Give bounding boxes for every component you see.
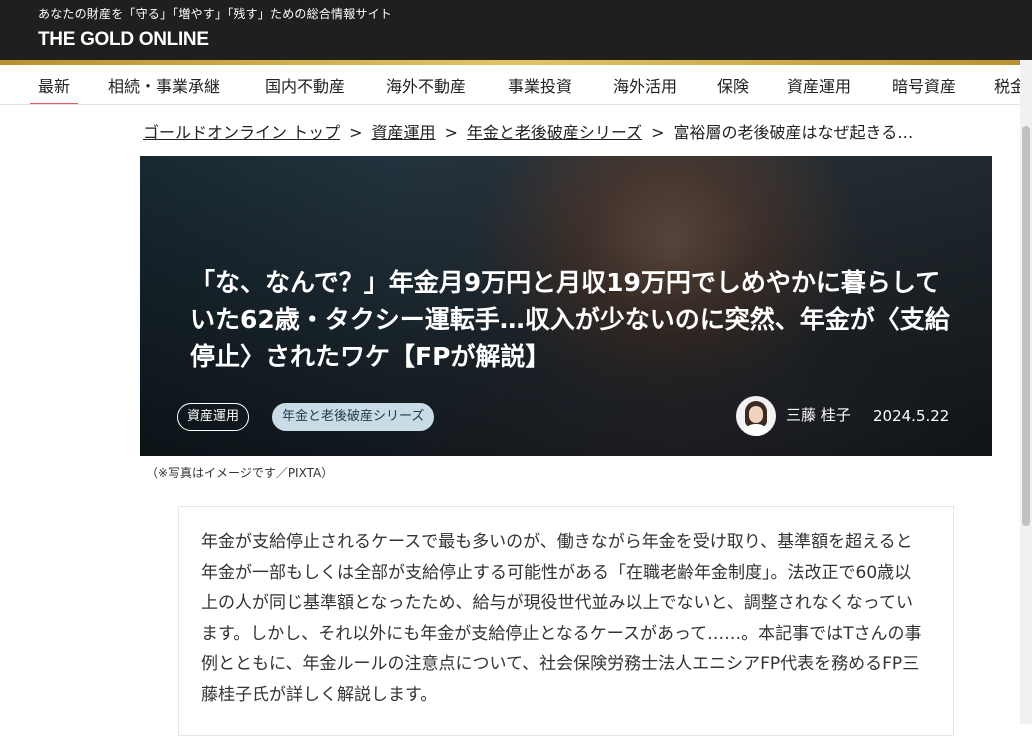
nav-item-domestic-realestate[interactable]: 国内不動産 [265,73,345,97]
nav-item-crypto[interactable]: 暗号資産 [892,73,956,97]
category-nav: 最新 相続・事業承継 国内不動産 海外不動産 事業投資 海外活用 保険 資産運用… [0,65,1020,105]
breadcrumb-asset-link[interactable]: 資産運用 [372,123,436,142]
author-name[interactable]: 三藤 桂子 [786,404,851,425]
tag-pension-series[interactable]: 年金と老後破産シリーズ [272,403,435,431]
tag-asset-management[interactable]: 資産運用 [177,403,250,431]
breadcrumb-separator: > [444,123,458,142]
page-scrollbar[interactable] [1020,60,1032,724]
site-header: あなたの財産を「守る」「増やす」「残す」ための総合情報サイト THE GOLD … [0,0,1032,60]
nav-item-insurance[interactable]: 保険 [717,73,749,97]
article-title: 「な、なんで？」年金月9万円と月収19万円でしめやかに暮らしていた62歳・タクシ… [190,268,950,371]
site-tagline: あなたの財産を「守る」「増やす」「残す」ための総合情報サイト [38,7,393,21]
nav-item-business-investment[interactable]: 事業投資 [508,73,572,97]
nav-item-overseas-realestate[interactable]: 海外不動産 [386,73,466,97]
avatar-face [749,406,763,423]
author-avatar[interactable] [736,396,776,436]
site-logo[interactable]: THE GOLD ONLINE [38,29,209,51]
photo-caption: （※写真はイメージです／PIXTA） [146,466,334,480]
nav-item-overseas-use[interactable]: 海外活用 [613,73,677,97]
breadcrumb-separator: > [349,123,363,142]
article-lead-text: 年金が支給停止されるケースで最も多いのが、働きながら年金を受け取り、基準額を超え… [201,532,922,705]
publish-date: 2024.5.22 [873,407,950,425]
nav-item-tax[interactable]: 税金 [994,73,1020,97]
article-hero: 「な、なんで？」年金月9万円と月収19万円でしめやかに暮らしていた62歳・タクシ… [140,156,992,456]
avatar-body [743,424,769,436]
breadcrumb-top-link[interactable]: ゴールドオンライン トップ [143,123,340,142]
breadcrumb-series-link[interactable]: 年金と老後破産シリーズ [467,123,642,142]
breadcrumb-separator: > [651,123,665,142]
breadcrumb-current: 富裕層の老後破産はなぜ起きる… [673,123,914,142]
article-lead-box: 年金が支給停止されるケースで最も多いのが、働きながら年金を受け取り、基準額を超え… [178,506,954,736]
breadcrumb: ゴールドオンライン トップ > 資産運用 > 年金と老後破産シリーズ > 富裕層の老後破産は… [143,119,913,143]
scrollbar-thumb[interactable] [1022,126,1030,526]
nav-item-inheritance[interactable]: 相続・事業承継 [108,73,220,97]
nav-item-asset-management[interactable]: 資産運用 [787,73,851,97]
nav-item-latest[interactable]: 最新 [29,73,79,104]
